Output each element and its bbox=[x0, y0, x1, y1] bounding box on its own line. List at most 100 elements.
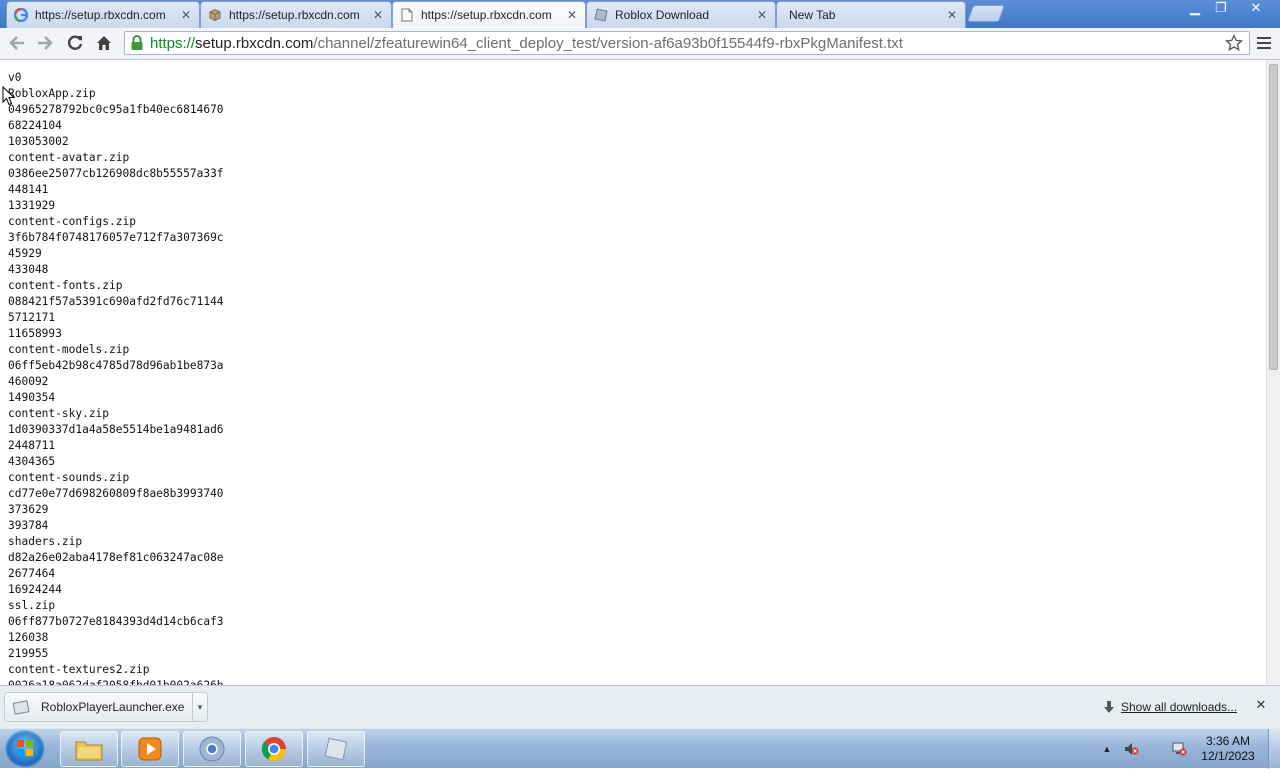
media-player-icon bbox=[138, 737, 162, 761]
url-scheme: https:// bbox=[150, 34, 196, 52]
manifest-line: 103053002 bbox=[8, 135, 69, 148]
tab-title: New Tab bbox=[789, 8, 836, 22]
tab-close-icon[interactable]: ✕ bbox=[371, 8, 385, 22]
tab-close-icon[interactable]: ✕ bbox=[565, 8, 579, 22]
manifest-line: 2448711 bbox=[8, 439, 56, 452]
taskbar-roblox[interactable] bbox=[307, 731, 365, 767]
volume-muted-icon[interactable] bbox=[1123, 741, 1139, 757]
show-desktop-button[interactable] bbox=[1268, 729, 1280, 769]
manifest-line: content-fonts.zip bbox=[8, 279, 123, 292]
manifest-line: 1331929 bbox=[8, 199, 56, 212]
minimize-button[interactable]: ▁ bbox=[1182, 0, 1208, 18]
address-bar[interactable]: https://setup.rbxcdn.com/channel/zfeatur… bbox=[124, 31, 1250, 55]
tab-strip: https://setup.rbxcdn.com ✕ https://setup… bbox=[0, 0, 1280, 28]
manifest-line: content-avatar.zip bbox=[8, 151, 130, 164]
manifest-line: RobloxApp.zip bbox=[8, 87, 96, 100]
chrome-menu-button[interactable] bbox=[1255, 33, 1273, 53]
back-arrow-icon bbox=[9, 36, 24, 50]
bookmark-star-icon[interactable] bbox=[1225, 34, 1243, 52]
manifest-line: 04965278792bc0c95a1fb40ec6814670 bbox=[8, 103, 224, 116]
tab-title: https://setup.rbxcdn.com bbox=[421, 8, 552, 22]
show-hidden-icons-button[interactable]: ▲ bbox=[1099, 741, 1115, 757]
menu-bar-icon bbox=[1257, 37, 1271, 39]
manifest-line: 06ff877b0727e8184393d4d14cb6caf3 bbox=[8, 615, 224, 628]
page-content: v0 RobloxApp.zip 04965278792bc0c95a1fb40… bbox=[0, 60, 1266, 685]
tab-close-icon[interactable]: ✕ bbox=[179, 8, 193, 22]
manifest-text: v0 RobloxApp.zip 04965278792bc0c95a1fb40… bbox=[8, 70, 224, 685]
tab-title: https://setup.rbxcdn.com bbox=[229, 8, 360, 22]
manifest-line: 1d0390337d1a4a58e5514be1a9481ad6 bbox=[8, 423, 224, 436]
manifest-line: 11658993 bbox=[8, 327, 62, 340]
download-item[interactable]: RobloxPlayerLauncher.exe ▾ bbox=[4, 692, 208, 722]
tab-4[interactable]: Roblox Download ✕ bbox=[586, 1, 776, 28]
tab-close-icon[interactable]: ✕ bbox=[945, 8, 959, 22]
vertical-scrollbar[interactable] bbox=[1266, 60, 1280, 685]
browser-toolbar: https://setup.rbxcdn.com/channel/zfeatur… bbox=[0, 28, 1280, 60]
tab-3-active[interactable]: https://setup.rbxcdn.com ✕ bbox=[392, 1, 586, 28]
taskbar-explorer[interactable] bbox=[60, 731, 118, 767]
mouse-cursor-icon bbox=[2, 86, 16, 106]
url-path: /channel/zfeaturewin64_client_deploy_tes… bbox=[313, 34, 903, 52]
tab-close-icon[interactable]: ✕ bbox=[755, 8, 769, 22]
taskbar-chrome-1[interactable] bbox=[183, 731, 241, 767]
manifest-line: 448141 bbox=[8, 183, 49, 196]
close-shelf-icon[interactable]: ✕ bbox=[1254, 698, 1268, 712]
show-all-downloads-link[interactable]: Show all downloads... bbox=[1103, 700, 1237, 714]
clock-time: 3:36 AM bbox=[1205, 734, 1251, 748]
menu-bar-icon bbox=[1257, 47, 1271, 49]
manifest-line: 088421f57a5391c690afd2fd76c71144 bbox=[8, 295, 224, 308]
manifest-line: cd77e0e77d698260809f8ae8b3993740 bbox=[8, 487, 224, 500]
restore-button[interactable]: ❐ bbox=[1208, 0, 1234, 18]
taskbar-media-player[interactable] bbox=[121, 731, 179, 767]
taskbar-chrome-2[interactable] bbox=[245, 731, 303, 767]
exe-file-icon bbox=[13, 700, 30, 715]
manifest-line: content-sky.zip bbox=[8, 407, 110, 420]
manifest-line: 5712171 bbox=[8, 311, 56, 324]
manifest-line: content-textures2.zip bbox=[8, 663, 150, 676]
url-host: setup.rbxcdn.com bbox=[195, 34, 314, 52]
back-button[interactable] bbox=[5, 31, 29, 55]
tab-title: Roblox Download bbox=[615, 8, 710, 22]
manifest-line: 3f6b784f0748176057e712f7a307369c bbox=[8, 231, 224, 244]
manifest-line: 45929 bbox=[8, 247, 42, 260]
manifest-line: content-configs.zip bbox=[8, 215, 136, 228]
reload-icon bbox=[67, 35, 83, 50]
forward-button[interactable] bbox=[33, 31, 57, 55]
clock-date: 12/1/2023 bbox=[1201, 749, 1255, 763]
chrome-icon bbox=[261, 737, 286, 762]
home-button[interactable] bbox=[92, 31, 116, 55]
start-button[interactable] bbox=[5, 730, 45, 768]
roblox-icon bbox=[324, 737, 348, 761]
tab-1[interactable]: https://setup.rbxcdn.com ✕ bbox=[6, 1, 200, 28]
scrollbar-thumb[interactable] bbox=[1269, 64, 1278, 370]
manifest-line: 433048 bbox=[8, 263, 49, 276]
url-text: https://setup.rbxcdn.com/channel/zfeatur… bbox=[150, 35, 903, 52]
reload-button[interactable] bbox=[63, 31, 87, 55]
home-icon bbox=[97, 36, 111, 50]
google-icon bbox=[13, 7, 29, 23]
manifest-line: 460092 bbox=[8, 375, 49, 388]
windows-logo-icon bbox=[17, 740, 33, 756]
windows-taskbar: ▲ 3:36 AM 12/1/2023 bbox=[0, 728, 1280, 769]
chrome-icon bbox=[199, 736, 225, 762]
manifest-line: v0 bbox=[8, 71, 22, 84]
system-clock[interactable]: 3:36 AM 12/1/2023 bbox=[1196, 734, 1260, 764]
close-window-button[interactable]: ✕ bbox=[1240, 0, 1272, 18]
manifest-line: ssl.zip bbox=[8, 599, 56, 612]
manifest-line: 16924244 bbox=[8, 583, 62, 596]
new-tab-button[interactable] bbox=[966, 5, 1006, 22]
tab-title: https://setup.rbxcdn.com bbox=[35, 8, 166, 22]
manifest-line: 126038 bbox=[8, 631, 49, 644]
tab-2[interactable]: https://setup.rbxcdn.com ✕ bbox=[200, 1, 392, 28]
download-file-name: RobloxPlayerLauncher.exe bbox=[41, 700, 185, 714]
manifest-line: 393784 bbox=[8, 519, 49, 532]
roblox-icon bbox=[593, 7, 609, 23]
forward-arrow-icon bbox=[38, 36, 53, 50]
manifest-line: 373629 bbox=[8, 503, 49, 516]
download-options-dropdown[interactable]: ▾ bbox=[192, 692, 207, 722]
manifest-line: content-models.zip bbox=[8, 343, 130, 356]
manifest-line: 2677464 bbox=[8, 567, 56, 580]
network-disconnected-icon[interactable] bbox=[1171, 741, 1187, 757]
tab-5[interactable]: New Tab ✕ bbox=[776, 1, 966, 28]
page-icon bbox=[399, 7, 415, 23]
